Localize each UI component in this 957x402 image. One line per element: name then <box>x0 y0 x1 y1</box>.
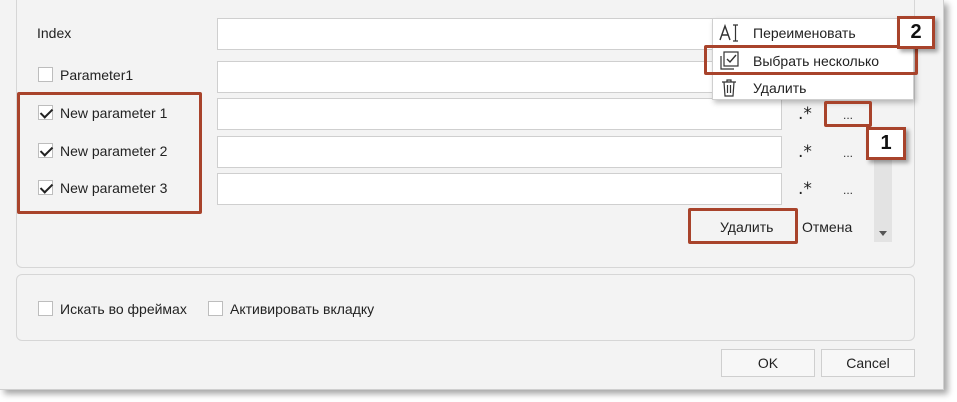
new-parameter-3-field[interactable] <box>217 173 782 205</box>
menu-item-delete[interactable]: Удалить <box>713 76 913 100</box>
cancel-button-label: Cancel <box>846 355 890 371</box>
search-frames-label: Искать во фреймах <box>60 301 187 317</box>
parameter1-checkbox[interactable] <box>38 67 53 82</box>
menu-item-rename-label: Переименовать <box>753 25 856 41</box>
parameter1-field[interactable] <box>217 61 717 93</box>
more-button-3[interactable]: ... <box>833 183 863 197</box>
cancel-button[interactable]: Cancel <box>821 349 915 377</box>
ok-button-label: OK <box>757 355 779 371</box>
more-button-2[interactable]: ... <box>833 146 863 160</box>
trash-icon <box>719 78 739 98</box>
ok-button[interactable]: OK <box>721 349 815 377</box>
dialog-window: Index Parameter1 New parameter 1 .* ... … <box>0 0 944 390</box>
scroll-down-arrow-icon[interactable] <box>879 231 887 236</box>
checked-parameters-highlight <box>17 92 202 214</box>
regex-toggle-2[interactable]: .* <box>798 142 812 162</box>
index-field[interactable] <box>217 18 717 50</box>
delete-button-highlight <box>688 208 798 244</box>
regex-toggle-1[interactable]: .* <box>798 104 812 124</box>
cancel-selection-button[interactable]: Отмена <box>802 219 852 235</box>
step-2-callout: 2 <box>897 16 935 49</box>
parameter1-label: Parameter1 <box>60 67 134 83</box>
menu-item-delete-label: Удалить <box>753 80 807 96</box>
regex-toggle-3[interactable]: .* <box>798 179 812 199</box>
rename-icon <box>719 23 739 43</box>
activate-tab-checkbox[interactable] <box>208 301 223 316</box>
step-1-callout: 1 <box>866 127 906 160</box>
new-parameter-2-field[interactable] <box>217 136 782 168</box>
activate-tab-label: Активировать вкладку <box>230 301 375 317</box>
menu-item-rename[interactable]: Переименовать <box>713 21 913 45</box>
search-frames-checkbox[interactable] <box>38 301 53 316</box>
new-parameter-1-field[interactable] <box>217 98 782 130</box>
more-button-highlight <box>824 101 872 127</box>
select-multiple-highlight <box>704 45 918 75</box>
index-label: Index <box>37 25 72 41</box>
